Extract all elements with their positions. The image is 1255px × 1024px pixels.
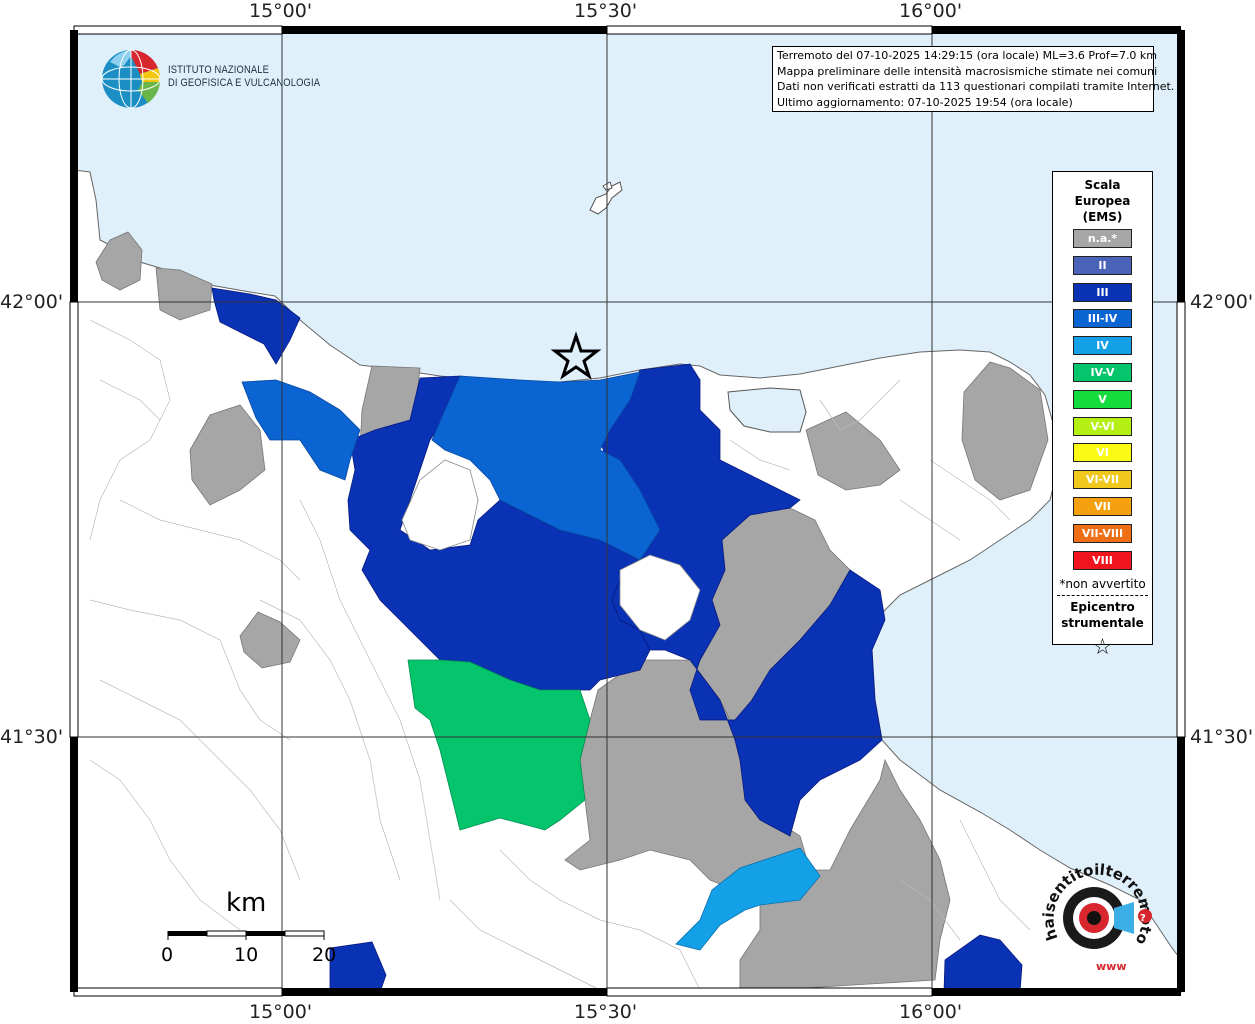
legend-item-0: n.a.*: [1073, 229, 1132, 248]
lon-label-bottom-1600: 16°00': [899, 1001, 963, 1023]
scale-unit: km: [226, 888, 267, 918]
ingv-name-line2: DI GEOFISICA E VULCANOLOGIA: [168, 77, 321, 89]
legend-title: Scala Europea (EMS): [1053, 177, 1152, 225]
ingv-globe-icon: [101, 49, 161, 109]
scale-label-0: 0: [161, 944, 174, 966]
event-info-line1: Terremoto del 07-10-2025 14:29:15 (ora l…: [777, 49, 1158, 62]
lat-label-left-4130: 41°30': [0, 726, 64, 748]
scale-label-20: 20: [312, 944, 337, 966]
haisentito-logo-url: www: [1096, 960, 1127, 973]
legend-item-9: VI-VII: [1073, 470, 1132, 490]
event-info-box: Terremoto del 07-10-2025 14:29:15 (ora l…: [772, 46, 1175, 112]
legend-epicenter-line2: strumentale: [1061, 616, 1144, 631]
legend-star-icon: ☆: [1092, 635, 1113, 661]
svg-text:?: ?: [1140, 913, 1146, 924]
legend-note: *non avvertito: [1059, 577, 1146, 592]
lat-label-right-4130: 41°30': [1190, 726, 1254, 748]
lon-label-top-1600: 16°00': [899, 0, 963, 22]
legend-items: n.a.* II III III-IV IV IV-V V V-VI VI VI-VII VII VI…: [1053, 229, 1152, 570]
legend-title-line2: Europea: [1074, 194, 1131, 208]
legend-item-3: III-IV: [1073, 309, 1132, 329]
legend-item-11: VII-VIII: [1073, 523, 1132, 543]
legend-item-2: III: [1073, 282, 1132, 302]
ems-legend: Scala Europea (EMS) n.a.* II III III-IV IV IV…: [1052, 171, 1153, 659]
legend-item-7: V-VI: [1073, 416, 1132, 436]
event-info-line4: Ultimo aggiornamento: 07-10-2025 19:54 (…: [777, 95, 1073, 109]
legend-item-8: VI: [1073, 443, 1132, 463]
haisentito-logo-icon: haisentitoilterremoto.it ? www: [1036, 858, 1156, 973]
lat-label-left-4200: 42°00': [0, 291, 64, 313]
legend-item-1: II: [1073, 255, 1132, 275]
legend-item-10: VII: [1073, 496, 1132, 516]
lon-label-bottom-1530: 15°30': [574, 1001, 638, 1023]
lon-label-top-1500: 15°00': [249, 0, 313, 22]
ingv-name-line1: ISTITUTO NAZIONALE: [168, 64, 270, 76]
scale-label-10: 10: [234, 944, 259, 966]
legend-epicenter-label: Epicentro strumentale: [1053, 599, 1152, 631]
event-info-line3: Dati non verificati estratti da 113 ques…: [777, 80, 1175, 93]
legend-separator: [1057, 595, 1148, 597]
event-info-line2: Mappa preliminare delle intensità macros…: [777, 64, 1158, 78]
lon-label-bottom-1500: 15°00': [249, 1001, 313, 1023]
ingv-name: ISTITUTO NAZIONALE DI GEOFISICA E VULCAN…: [168, 64, 320, 90]
legend-title-line3: (EMS): [1082, 210, 1123, 224]
legend-item-12: VIII: [1073, 550, 1132, 570]
legend-item-4: IV: [1073, 336, 1132, 356]
lat-label-right-4200: 42°00': [1190, 291, 1254, 313]
lon-label-top-1530: 15°30': [574, 0, 638, 22]
legend-title-line1: Scala: [1084, 178, 1121, 192]
legend-item-5: IV-V: [1073, 362, 1132, 382]
legend-epicenter-line1: Epicentro: [1070, 600, 1135, 615]
legend-item-6: V: [1073, 389, 1132, 409]
